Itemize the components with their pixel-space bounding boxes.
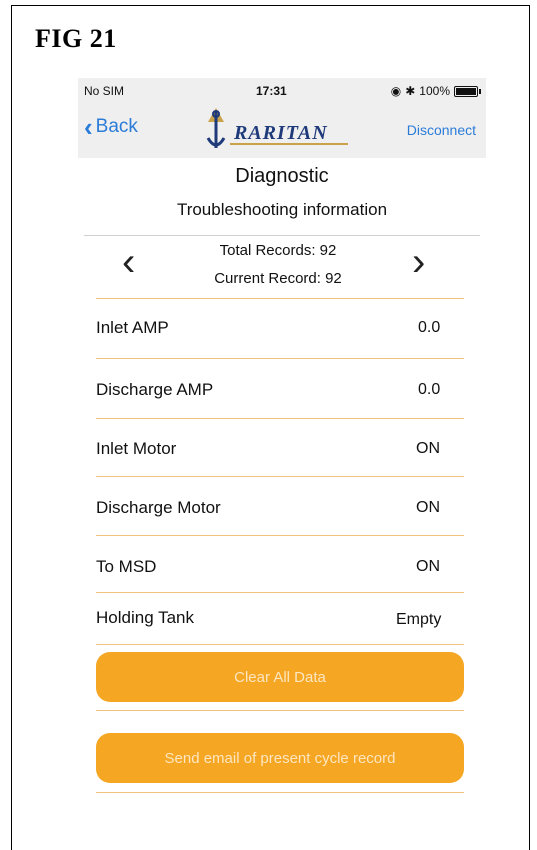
divider: [96, 644, 464, 645]
figure-label: FIG 21: [35, 24, 117, 53]
send-email-button[interactable]: Send email of present cycle record: [96, 733, 464, 783]
previous-record-icon[interactable]: ‹: [122, 240, 135, 285]
status-icons: ◉ ✱ 100%: [390, 84, 481, 98]
battery-percent: 100%: [419, 84, 450, 98]
divider: [96, 358, 464, 359]
phone-screen: No SIM 17:31 ◉ ✱ 100% ‹ Back RARITAN Dis…: [78, 78, 486, 808]
chevron-left-icon: ‹: [84, 112, 93, 142]
back-button[interactable]: ‹ Back: [84, 112, 138, 142]
page-title: Diagnostic: [235, 165, 329, 187]
carrier-label: No SIM: [84, 84, 125, 98]
row-value-discharge-amp: 0.0: [418, 381, 441, 398]
divider: [96, 592, 464, 593]
row-label-to-msd: To MSD: [96, 557, 157, 576]
row-value-inlet-motor: ON: [416, 440, 440, 457]
row-label-discharge-amp: Discharge AMP: [96, 380, 214, 399]
total-records: Total Records: 92: [219, 242, 337, 259]
page-subtitle: Troubleshooting information: [176, 200, 388, 219]
divider: [96, 792, 464, 793]
top-bar: No SIM 17:31 ◉ ✱ 100% ‹ Back RARITAN Dis…: [78, 78, 486, 158]
row-value-holding-tank: Empty: [396, 611, 442, 628]
divider: [96, 476, 464, 477]
back-label: Back: [95, 116, 138, 137]
row-label-inlet-motor: Inlet Motor: [96, 439, 177, 458]
row-value-discharge-motor: ON: [416, 499, 440, 516]
divider: [96, 535, 464, 536]
bluetooth-icon: ✱: [405, 84, 416, 98]
current-record: Current Record: 92: [214, 270, 342, 287]
raritan-logo: RARITAN: [202, 104, 350, 154]
divider: [96, 298, 464, 299]
next-record-icon[interactable]: ›: [412, 240, 425, 285]
divider: [96, 418, 464, 419]
divider: [96, 710, 464, 711]
row-value-to-msd: ON: [416, 558, 440, 575]
row-value-inlet-amp: 0.0: [418, 319, 441, 336]
row-label-discharge-motor: Discharge Motor: [96, 498, 221, 517]
logo-text: RARITAN: [234, 122, 328, 144]
divider: [84, 235, 480, 236]
battery-icon: [454, 85, 481, 97]
clear-all-data-button[interactable]: Clear All Data: [96, 652, 464, 702]
clock: 17:31: [256, 84, 287, 98]
row-label-holding-tank: Holding Tank: [96, 608, 194, 627]
orientation-lock-icon: ◉: [390, 84, 402, 98]
disconnect-button[interactable]: Disconnect: [407, 122, 476, 138]
row-label-inlet-amp: Inlet AMP: [96, 318, 169, 337]
